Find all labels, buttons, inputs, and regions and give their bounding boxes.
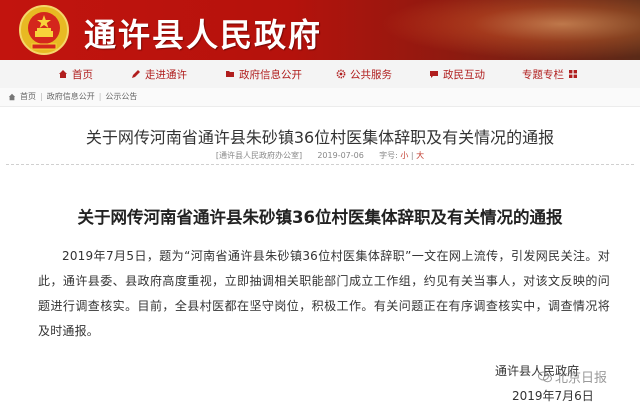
breadcrumb: 首页 | 政府信息公开 | 公示公告 [8,91,137,102]
main-nav: 首页 走进通许 政府信息公开 公共服务 政民互动 专题专栏 [0,60,640,89]
header-banner: 通许县人民政府 [0,0,640,60]
nav-item-topics[interactable]: 专题专栏 [522,67,578,82]
article-source: [通许县人民政府办公室] [215,151,303,160]
nav-item-label: 政府信息公开 [239,68,302,81]
nav-item-label: 走进通许 [145,68,187,81]
header-divider [6,164,634,165]
article-paragraph: 2019年7月5日，题为“河南省通许县朱砂镇36位村医集体辞职”一文在网上流传，… [38,249,610,338]
font-size-label: 字号: [379,151,398,160]
breadcrumb-info-public[interactable]: 政府信息公开 [47,91,95,102]
nav-item-about[interactable]: 走进通许 [131,67,187,82]
grid-icon [569,70,577,78]
nav-item-label: 政民互动 [443,68,485,81]
nav-item-label: 专题专栏 [522,68,564,81]
article-title: 关于网传河南省通许县朱砂镇36位村医集体辞职及有关情况的通报 [85,128,555,147]
national-emblem-icon [19,5,69,55]
nav-item-home[interactable]: 首页 [58,67,93,82]
breadcrumb-separator: | [40,92,43,101]
breadcrumb-separator: | [98,92,102,101]
breadcrumb-home[interactable]: 首页 [20,91,36,102]
signature-date: 2019年7月6日 [512,389,594,403]
breadcrumb-announcements[interactable]: 公示公告 [105,91,137,102]
nav-item-label: 首页 [72,68,93,81]
chat-icon [430,71,438,78]
folder-icon [226,71,234,77]
font-size-small-button[interactable]: 小 [400,151,408,160]
font-size-large-button[interactable]: 大 [416,151,424,160]
watermark-text: 北京日报 [555,371,608,386]
body-title: 关于网传河南省通许县朱砂镇36位村医集体辞职及有关情况的通报 [77,208,563,227]
home-icon [8,93,16,100]
article-date: 2019-07-06 [317,151,364,160]
wechat-icon [538,371,552,382]
pencil-icon [132,70,140,78]
nav-item-public-service[interactable]: 公共服务 [336,67,392,82]
gear-icon [336,69,346,79]
font-size-separator: | [410,151,414,160]
site-title[interactable]: 通许县人民政府 [84,10,322,56]
banner-decoration [380,0,640,60]
nav-item-interaction[interactable]: 政民互动 [429,67,485,82]
home-icon [59,70,67,78]
article-meta: [通许县人民政府办公室] 2019-07-06 字号: 小 | 大 [0,150,640,161]
breadcrumb-bar: 首页 | 政府信息公开 | 公示公告 [0,88,640,107]
nav-item-info-public[interactable]: 政府信息公开 [225,67,302,82]
nav-item-label: 公共服务 [350,68,392,81]
watermark: 北京日报 [538,367,607,386]
